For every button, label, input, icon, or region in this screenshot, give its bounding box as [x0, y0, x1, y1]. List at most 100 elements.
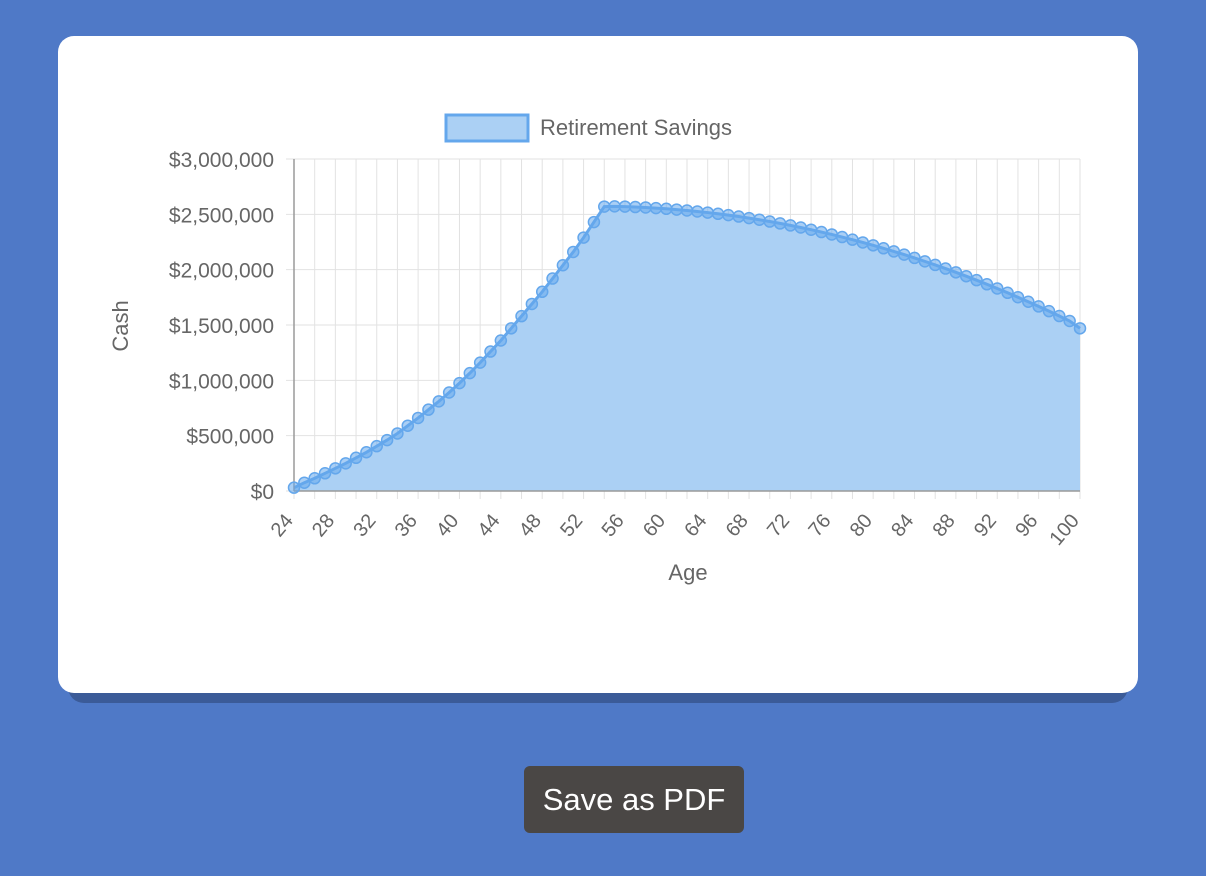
y-tick-label: $1,000,000: [169, 370, 274, 393]
data-point[interactable]: [1001, 286, 1014, 300]
data-point[interactable]: [660, 202, 673, 216]
data-point[interactable]: [1032, 300, 1045, 313]
data-point[interactable]: [835, 230, 849, 244]
y-tick-label: $3,000,000: [169, 149, 274, 172]
data-point[interactable]: [1063, 314, 1076, 328]
x-tick-label: 44: [474, 510, 505, 541]
x-tick-label: 36: [391, 510, 422, 541]
data-point[interactable]: [732, 210, 745, 223]
legend-swatch: [444, 113, 530, 143]
data-point[interactable]: [639, 201, 652, 214]
y-tick-label: $2,000,000: [169, 260, 274, 283]
data-point[interactable]: [401, 419, 415, 432]
data-point[interactable]: [298, 476, 311, 489]
data-point[interactable]: [473, 356, 487, 369]
data-point[interactable]: [784, 219, 797, 232]
data-point[interactable]: [804, 223, 818, 236]
data-point[interactable]: [577, 231, 590, 244]
data-point[interactable]: [691, 205, 704, 218]
data-point[interactable]: [535, 285, 549, 299]
data-point[interactable]: [980, 278, 994, 291]
data-point[interactable]: [546, 272, 559, 285]
data-point[interactable]: [329, 462, 342, 475]
data-point[interactable]: [349, 451, 363, 465]
data-point[interactable]: [794, 221, 808, 234]
data-point[interactable]: [763, 215, 776, 228]
data-point[interactable]: [753, 213, 766, 227]
x-tick-label: 72: [763, 510, 794, 541]
data-point[interactable]: [587, 215, 601, 229]
data-point[interactable]: [453, 376, 466, 390]
data-point[interactable]: [360, 446, 373, 459]
data-point[interactable]: [722, 208, 735, 222]
data-point[interactable]: [742, 211, 756, 225]
data-point[interactable]: [825, 228, 839, 241]
data-point[interactable]: [442, 386, 456, 399]
data-point[interactable]: [773, 217, 787, 230]
x-tick-label: 24: [267, 510, 298, 541]
data-point[interactable]: [1011, 290, 1025, 304]
data-point[interactable]: [287, 481, 301, 494]
data-point[interactable]: [856, 236, 870, 249]
data-point[interactable]: [680, 204, 694, 217]
data-point[interactable]: [411, 411, 425, 425]
data-point[interactable]: [701, 206, 714, 219]
x-tick-label: 76: [804, 510, 835, 541]
data-point[interactable]: [1073, 322, 1087, 335]
data-point[interactable]: [887, 245, 901, 258]
data-point[interactable]: [391, 427, 404, 440]
data-point[interactable]: [1042, 304, 1056, 318]
data-point[interactable]: [1053, 309, 1066, 323]
y-tick-label: $2,500,000: [169, 204, 274, 227]
data-point[interactable]: [918, 255, 932, 268]
data-point[interactable]: [422, 403, 435, 416]
series-area: [293, 204, 1081, 491]
data-point[interactable]: [908, 251, 921, 265]
data-point[interactable]: [308, 472, 321, 485]
data-point[interactable]: [370, 439, 383, 453]
data-point[interactable]: [877, 242, 890, 255]
data-point[interactable]: [566, 245, 580, 259]
chart-card: $0 $500,000 $1,000,000 $1,500,000 $2,000,000…: [58, 36, 1138, 693]
data-point[interactable]: [515, 309, 528, 323]
retirement-savings-chart: $0 $500,000 $1,000,000 $1,500,000 $2,000,000…: [108, 113, 1087, 585]
data-point[interactable]: [970, 273, 983, 287]
data-point[interactable]: [318, 467, 332, 480]
data-point[interactable]: [846, 233, 859, 246]
x-axis-label: Age: [668, 560, 707, 585]
data-point[interactable]: [525, 297, 539, 311]
x-tick-label: 100: [1046, 510, 1084, 550]
data-point[interactable]: [670, 203, 683, 216]
data-point[interactable]: [711, 207, 725, 221]
legend[interactable]: Retirement Savings: [444, 113, 732, 143]
data-point[interactable]: [1022, 295, 1035, 309]
data-point[interactable]: [649, 201, 663, 215]
save-as-pdf-button[interactable]: Save as PDF: [524, 766, 744, 833]
x-tick-label: 80: [846, 510, 877, 541]
data-point[interactable]: [598, 200, 611, 213]
x-tick-label: 32: [349, 510, 380, 541]
x-tick-label: 48: [515, 510, 546, 541]
data-point[interactable]: [494, 334, 508, 347]
x-tick-label: 92: [970, 510, 1001, 541]
x-tick-label: 60: [639, 510, 670, 541]
data-point[interactable]: [463, 366, 477, 380]
data-point[interactable]: [380, 433, 394, 447]
data-point[interactable]: [432, 395, 446, 408]
data-point[interactable]: [618, 200, 632, 213]
data-point[interactable]: [928, 258, 942, 272]
data-point[interactable]: [629, 200, 642, 214]
data-point[interactable]: [939, 262, 952, 275]
data-point[interactable]: [608, 200, 621, 213]
data-point[interactable]: [556, 258, 570, 272]
x-tick-label: 28: [308, 510, 339, 541]
data-point[interactable]: [959, 269, 973, 283]
data-point[interactable]: [484, 345, 497, 358]
data-point[interactable]: [866, 239, 880, 252]
data-point[interactable]: [339, 457, 352, 470]
data-point[interactable]: [949, 266, 963, 279]
data-point[interactable]: [504, 322, 518, 335]
data-point[interactable]: [991, 282, 1004, 295]
data-point[interactable]: [815, 225, 828, 239]
data-point[interactable]: [897, 248, 911, 261]
